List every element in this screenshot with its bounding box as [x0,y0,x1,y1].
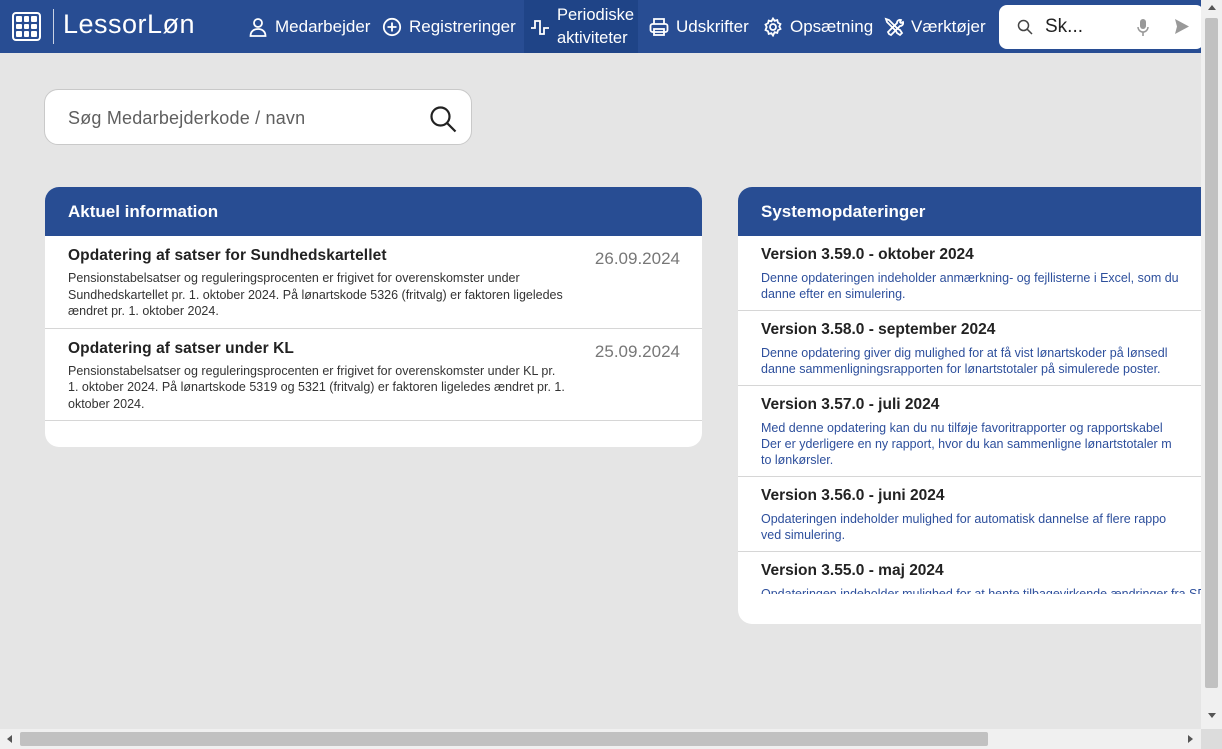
update-item[interactable]: Version 3.55.0 - maj 2024 Opdateringen i… [738,552,1218,594]
update-item[interactable]: Version 3.57.0 - juli 2024 Med denne opd… [738,386,1218,477]
app-launcher-grid-icon[interactable] [12,12,41,41]
person-icon [249,17,267,37]
app-logo[interactable]: LessorLøn [63,9,195,40]
news-item-title[interactable]: Opdatering af satser under KL [68,340,679,358]
nav-vaerktoejer-label: Værktøjer [911,16,986,36]
scroll-right-arrow-icon[interactable] [1188,735,1193,743]
news-item-title[interactable]: Opdatering af satser for Sundhedskartell… [68,247,679,265]
microphone-icon[interactable] [1137,19,1149,36]
nav-opsaetning-label: Opsætning [790,16,874,36]
vertical-scroll-thumb[interactable] [1205,18,1218,688]
news-item-date: 25.09.2024 [594,341,680,361]
news-item-text: Pensionstabelsatser og reguleringsprocen… [68,271,563,318]
update-item-title[interactable]: Version 3.55.0 - maj 2024 [761,562,1195,580]
nav-medarbejder[interactable]: Medarbejder [242,0,376,53]
news-item[interactable]: Opdatering af satser under KL 25.09.2024… [45,329,702,421]
nav-udskrifter-label: Udskrifter [676,16,749,36]
horizontal-scroll-thumb[interactable] [20,732,988,746]
nav-periodiske-label-line2: aktiviteter [557,28,628,47]
update-item-title[interactable]: Version 3.58.0 - september 2024 [761,321,1195,339]
printer-icon [649,17,669,36]
update-item[interactable]: Version 3.59.0 - oktober 2024 Denne opda… [738,236,1218,311]
nav-medarbejder-label: Medarbejder [275,16,371,36]
update-item[interactable]: Version 3.58.0 - september 2024 Denne op… [738,311,1218,386]
update-item-text-line[interactable]: Denne opdateringen indeholder anmærkning… [761,270,1195,286]
nav-udskrifter[interactable]: Udskrifter [643,0,755,53]
update-item[interactable]: Version 3.56.0 - juni 2024 Opdateringen … [738,477,1218,552]
scroll-up-arrow-icon[interactable] [1208,5,1216,10]
search-icon[interactable] [429,105,457,133]
system-updates-list[interactable]: Version 3.59.0 - oktober 2024 Denne opda… [738,236,1218,594]
update-item-text-line[interactable]: Med denne opdatering kan du nu tilføje f… [761,420,1195,436]
update-item-title[interactable]: Version 3.59.0 - oktober 2024 [761,246,1195,264]
update-item-text-line[interactable]: Denne opdatering giver dig mulighed for … [761,345,1195,361]
system-updates-title: Systemopdateringer [738,187,1218,236]
global-search-box[interactable]: Sk... [999,5,1204,49]
news-item[interactable]: Opdatering af satser for Sundhedskartell… [45,236,702,329]
pulse-icon [531,19,549,35]
update-item-text-line[interactable]: to lønkørsler. [761,452,1195,468]
news-item-text: Pensionstabelsatser og reguleringsprocen… [68,363,565,411]
tools-icon [884,17,904,36]
scrollbar-corner [1201,729,1222,749]
update-item-title[interactable]: Version 3.57.0 - juli 2024 [761,396,1195,414]
update-item-text-line[interactable]: danne efter en simulering. [761,286,1195,302]
current-information-title: Aktuel information [45,187,702,236]
news-item-date: 26.09.2024 [594,249,680,268]
top-navigation-bar: LessorLøn Medarbejder Registreringer Per… [0,0,1204,53]
plus-circle-icon [382,17,402,36]
nav-opsaetning[interactable]: Opsætning [757,0,879,53]
employee-search-field[interactable]: Søg Medarbejderkode / navn [44,89,472,145]
update-item-text-line[interactable]: Opdateringen indeholder mulighed for aut… [761,511,1195,527]
update-item-title[interactable]: Version 3.56.0 - juni 2024 [761,487,1195,505]
scroll-down-arrow-icon[interactable] [1208,713,1216,718]
system-updates-card: Systemopdateringer Version 3.59.0 - okto… [738,187,1218,624]
search-icon [1017,19,1033,35]
send-icon[interactable] [1175,19,1189,34]
nav-periodiske-aktiviteter[interactable]: Periodiske aktiviteter [524,0,638,53]
nav-periodiske-label-line1: Periodiske [557,5,635,24]
update-item-text-line[interactable]: Der er yderligere en ny rapport, hvor du… [761,436,1195,452]
nav-vaerktoejer[interactable]: Værktøjer [878,0,992,53]
update-item-text-line[interactable]: Opdateringen indeholder mulighed for at … [761,586,1206,594]
logo-divider [53,9,54,44]
current-information-card: Aktuel information Opdatering af satser … [45,187,702,447]
gear-icon [764,16,782,37]
nav-registreringer[interactable]: Registreringer [376,0,522,53]
update-item-text-line[interactable]: ved simulering. [761,527,1195,543]
update-item-text-line[interactable]: danne sammenligningsrapporten for lønart… [761,361,1195,377]
nav-registreringer-label: Registreringer [409,16,516,36]
nav-periodiske-label: Periodiske aktiviteter [557,4,634,50]
horizontal-scrollbar[interactable] [0,729,1201,749]
employee-search-placeholder[interactable]: Søg Medarbejderkode / navn [68,108,305,129]
vertical-scrollbar[interactable] [1201,0,1222,729]
scroll-left-arrow-icon[interactable] [7,735,12,743]
global-search-input[interactable]: Sk... [1045,16,1083,38]
